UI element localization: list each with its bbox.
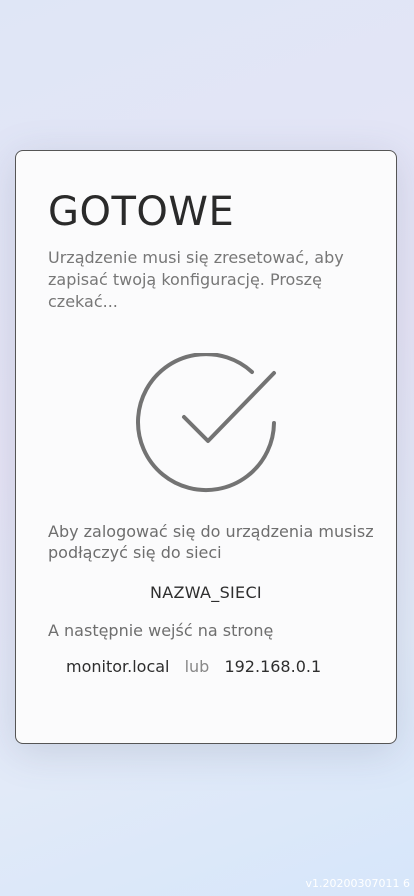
login-instructions: Aby zalogować się do urządzenia musisz p…	[48, 522, 374, 562]
address-row: monitor.local lub 192.168.0.1	[66, 657, 321, 676]
check-circle-icon	[136, 353, 276, 493]
hostname-address: monitor.local	[66, 657, 170, 676]
reset-dialog: GOTOWE Urządzenie musi się zresetować, a…	[15, 150, 397, 744]
then-visit-text: A następnie wejść na stronę	[48, 621, 274, 640]
dialog-title: GOTOWE	[48, 189, 235, 235]
ip-address: 192.168.0.1	[224, 657, 322, 676]
network-name: NAZWA_SIECI	[150, 583, 262, 602]
address-separator: lub	[184, 657, 210, 676]
reset-message: Urządzenie musi się zresetować, aby zapi…	[48, 248, 344, 311]
version-label: v1.20200307011 6	[305, 877, 410, 890]
